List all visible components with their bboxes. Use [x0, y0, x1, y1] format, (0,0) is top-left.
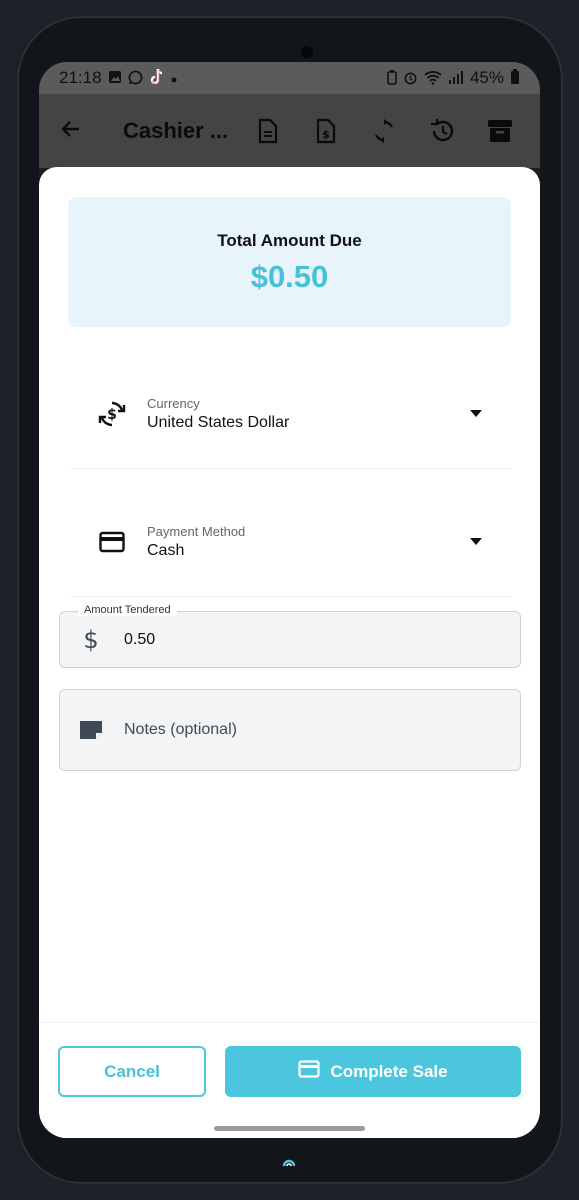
- home-indicator[interactable]: [214, 1126, 365, 1131]
- gesture-navbar: [39, 1118, 540, 1138]
- currency-caption: Currency: [147, 395, 200, 411]
- archive-icon[interactable]: [486, 117, 514, 145]
- back-arrow-icon[interactable]: [59, 117, 83, 146]
- total-due-label: Total Amount Due: [217, 231, 362, 250]
- assistant-icon: [282, 1156, 296, 1170]
- amount-tendered-label: Amount Tendered: [78, 604, 177, 616]
- battery-icon: [510, 69, 520, 87]
- currency-select[interactable]: $ Currency United States Dollar: [69, 359, 512, 469]
- payment-method-value: Cash: [147, 541, 185, 559]
- screen: 21:18 45% Cashier ... $ Total Amount Due…: [39, 62, 540, 1138]
- total-due-amount: $0.50: [250, 259, 329, 294]
- page-title: Cashier ...: [123, 118, 229, 143]
- dollar-icon: $: [78, 627, 104, 653]
- svg-text:$: $: [107, 407, 117, 423]
- signal-icon: [448, 70, 464, 86]
- credit-card-icon: [298, 1060, 321, 1083]
- status-time: 21:18: [59, 68, 102, 87]
- gallery-icon: [108, 70, 122, 86]
- document-icon[interactable]: [254, 117, 282, 145]
- total-due-card: Total Amount Due $0.50: [68, 197, 511, 327]
- amount-tendered-input[interactable]: 0.50: [124, 631, 155, 649]
- complete-sale-label: Complete Sale: [330, 1061, 448, 1081]
- payment-sheet: Total Amount Due $0.50 $ Currency United…: [39, 167, 540, 1138]
- tiktok-icon: [149, 68, 165, 88]
- cancel-button[interactable]: Cancel: [58, 1046, 206, 1097]
- note-icon: [78, 719, 104, 741]
- front-camera: [301, 46, 313, 58]
- status-bar: 21:18 45%: [39, 62, 540, 94]
- chevron-down-icon[interactable]: [470, 538, 482, 545]
- payment-method-select[interactable]: Payment Method Cash: [69, 487, 512, 597]
- battery-saver-icon: [387, 69, 397, 87]
- payment-method-caption: Payment Method: [147, 523, 246, 539]
- history-icon[interactable]: [428, 117, 456, 145]
- alarm-icon: [403, 70, 418, 87]
- svg-text:$: $: [322, 128, 330, 141]
- sync-icon[interactable]: [370, 117, 398, 145]
- dot-icon: [171, 71, 177, 85]
- currency-value: United States Dollar: [147, 413, 290, 431]
- chevron-down-icon[interactable]: [470, 410, 482, 417]
- credit-card-icon: [97, 527, 127, 557]
- notes-input[interactable]: Notes (optional): [124, 721, 237, 739]
- amount-tendered-field[interactable]: Amount Tendered $ 0.50: [59, 604, 521, 668]
- wifi-icon: [424, 70, 442, 87]
- currency-exchange-icon: $: [97, 399, 127, 429]
- invoice-icon[interactable]: $: [312, 117, 340, 145]
- svg-text:$: $: [83, 627, 98, 653]
- complete-sale-button[interactable]: Complete Sale: [225, 1046, 521, 1097]
- app-bar: Cashier ... $: [39, 94, 540, 168]
- battery-percent: 45%: [469, 68, 504, 87]
- notes-field[interactable]: Notes (optional): [59, 689, 521, 771]
- whatsapp-icon: [128, 70, 143, 87]
